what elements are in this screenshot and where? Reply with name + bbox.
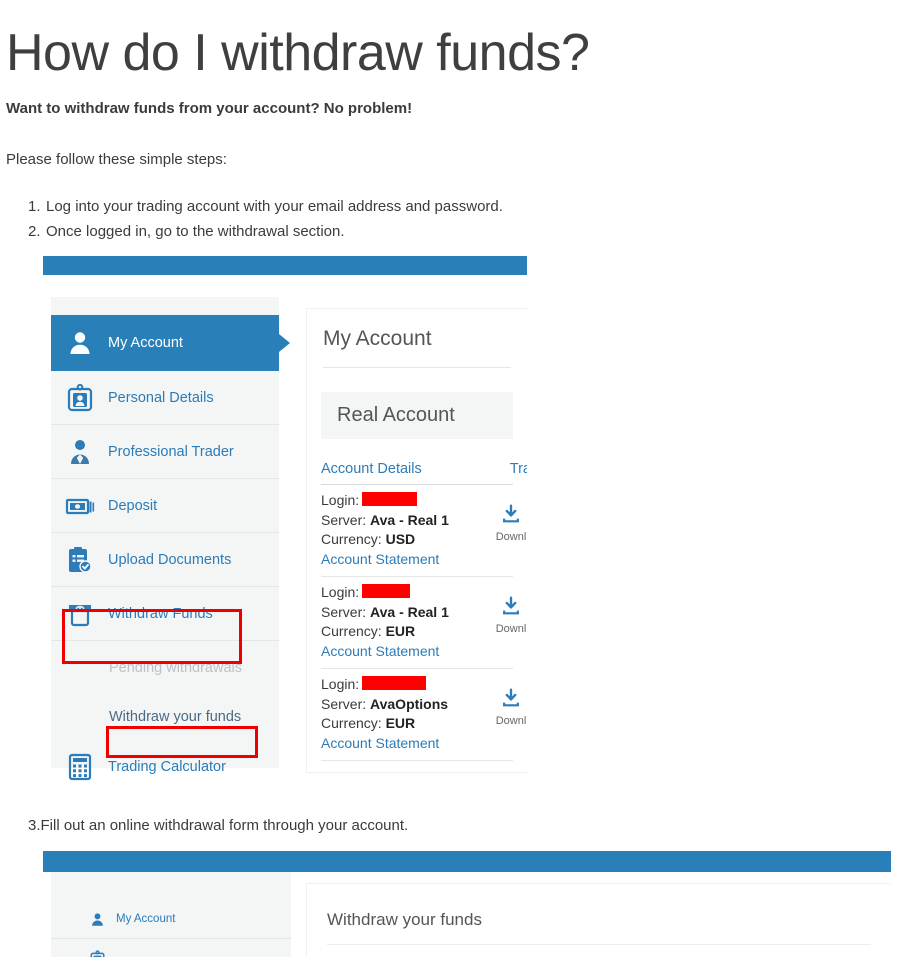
- list-item: 1. Log into your trading account with you…: [28, 194, 728, 219]
- sidebar-item-personal-details[interactable]: Personal Details: [51, 371, 279, 425]
- server-value: AvaOptions: [370, 695, 449, 712]
- step-number: 1.: [28, 198, 41, 215]
- content-page-title: Withdraw your funds: [327, 910, 482, 929]
- steps-list: 1. Log into your trading account with you…: [28, 194, 728, 244]
- login-label: Login:: [321, 676, 360, 692]
- server-value: Ava - Real 1: [370, 603, 449, 620]
- account-tabs: Account Details Trad: [321, 461, 527, 477]
- account-statement-link[interactable]: Account Statement: [321, 734, 513, 754]
- currency-label: Currency:: [321, 623, 382, 639]
- sidebar-item-trading-calculator[interactable]: Trading Calculator: [51, 740, 279, 793]
- sidebar: My Account Personal Details Professional…: [51, 297, 290, 780]
- sidebar-item-professional-trader[interactable]: Professional Trader: [51, 425, 279, 479]
- id-badge-icon: [89, 949, 106, 957]
- sidebar-menu: My Account Personal Details Professional…: [51, 315, 290, 793]
- server-label: Server:: [321, 511, 367, 528]
- download-button[interactable]: Downl: [485, 503, 527, 543]
- account-statement-link[interactable]: Account Statement: [321, 642, 513, 662]
- download-button[interactable]: Downl: [485, 687, 527, 727]
- table-row: Login: Server: Ava - Real 1 Currency: EU…: [321, 577, 526, 669]
- step-number: 3.: [28, 817, 41, 834]
- app-body: My Account Personal Details Professional…: [43, 275, 527, 793]
- account-type-header: Real Account: [321, 392, 513, 439]
- step-number: 2.: [28, 223, 41, 240]
- login-label: Login:: [321, 584, 360, 600]
- sidebar-item-personal-details[interactable]: [51, 939, 291, 957]
- sidebar-item-my-account[interactable]: My Account: [51, 315, 290, 371]
- sidebar-item-label: Trading Calculator: [108, 758, 226, 775]
- step-text: Once logged in, go to the withdrawal sec…: [46, 223, 345, 240]
- divider: [323, 367, 511, 368]
- currency-label: Currency:: [321, 715, 382, 731]
- sidebar-item-label: Professional Trader: [108, 443, 234, 460]
- redacted-login-value: [362, 676, 427, 690]
- app-header-bar: [43, 851, 891, 872]
- step-text: Log into your trading account with your …: [46, 198, 503, 215]
- list-item: 3.Fill out an online withdrawal form thr…: [28, 817, 408, 834]
- redacted-login-value: [362, 492, 418, 506]
- download-label: Downl: [495, 715, 527, 727]
- step-text: Fill out an online withdrawal form throu…: [40, 817, 409, 834]
- sidebar-item-label: My Account: [108, 335, 183, 351]
- table-row: Login: Server: Ava - Real 1 Currency: US…: [321, 485, 526, 577]
- sidebar-item-my-account[interactable]: My Account: [51, 900, 291, 939]
- server-value: Ava - Real 1: [370, 511, 449, 528]
- sidebar: My Account: [51, 872, 291, 957]
- intro-paragraph: Please follow these simple steps:: [6, 151, 227, 168]
- download-icon: [503, 504, 519, 523]
- currency-value: EUR: [385, 623, 416, 639]
- user-icon: [89, 911, 106, 928]
- sidebar-item-label: Upload Documents: [108, 551, 232, 568]
- sidebar-item-label: Withdraw Funds: [108, 605, 213, 622]
- list-item: 2. Once logged in, go to the withdrawal s…: [28, 219, 728, 244]
- download-icon: [503, 688, 519, 707]
- table-row: Login: Server: AvaOptions Currency: EUR …: [321, 669, 526, 761]
- id-badge-icon: [65, 383, 95, 413]
- sidebar-item-label: Pending withdrawals: [109, 659, 242, 676]
- sidebar-item-label: Deposit: [108, 497, 158, 514]
- withdraw-content-panel: Withdraw your funds: [307, 884, 891, 957]
- business-person-icon: [65, 437, 95, 467]
- calculator-icon: [65, 752, 95, 782]
- atm-withdraw-icon: [65, 599, 95, 629]
- currency-value: EUR: [385, 715, 416, 731]
- content-page-title: My Account: [323, 327, 432, 350]
- redacted-login-value: [362, 584, 411, 598]
- lead-paragraph: Want to withdraw funds from your account…: [6, 100, 413, 117]
- clipboard-check-icon: [65, 545, 95, 575]
- embedded-screenshot-account-page: My Account Personal Details Professional…: [43, 256, 527, 793]
- app-header-bar: [43, 256, 527, 275]
- sidebar-item-withdraw-funds[interactable]: Withdraw Funds: [51, 587, 279, 641]
- sidebar-item-deposit[interactable]: Deposit: [51, 479, 279, 533]
- article-page: How do I withdraw funds? Want to withdra…: [0, 0, 923, 957]
- download-label: Downl: [495, 531, 527, 543]
- page-title: How do I withdraw funds?: [6, 23, 590, 82]
- sidebar-item-pending-withdrawals[interactable]: Pending withdrawals: [51, 641, 279, 694]
- download-icon: [503, 596, 519, 615]
- sidebar-item-upload-documents[interactable]: Upload Documents: [51, 533, 279, 587]
- sidebar-item-label: Personal Details: [108, 389, 214, 406]
- sidebar-item-withdraw-your-funds[interactable]: Withdraw your funds: [51, 694, 279, 740]
- tab-account-details[interactable]: Account Details: [321, 461, 422, 477]
- login-label: Login:: [321, 492, 360, 508]
- server-label: Server:: [321, 695, 367, 712]
- sidebar-item-label: Withdraw your funds: [109, 709, 242, 725]
- account-statement-link[interactable]: Account Statement: [321, 550, 513, 570]
- embedded-screenshot-withdraw-page: My Account Withdraw your funds: [43, 851, 891, 957]
- currency-label: Currency:: [321, 531, 382, 547]
- download-label: Downl: [495, 623, 527, 635]
- user-icon: [65, 328, 95, 358]
- sidebar-item-label: My Account: [116, 913, 176, 925]
- tab-trading[interactable]: Trad: [510, 461, 527, 477]
- app-body: My Account Withdraw your funds: [43, 872, 891, 957]
- currency-value: USD: [385, 531, 416, 547]
- account-content-panel: My Account Real Account Account Details …: [307, 309, 527, 772]
- download-button[interactable]: Downl: [485, 595, 527, 635]
- divider: [327, 944, 871, 945]
- server-label: Server:: [321, 603, 367, 620]
- banknote-icon: [65, 491, 95, 521]
